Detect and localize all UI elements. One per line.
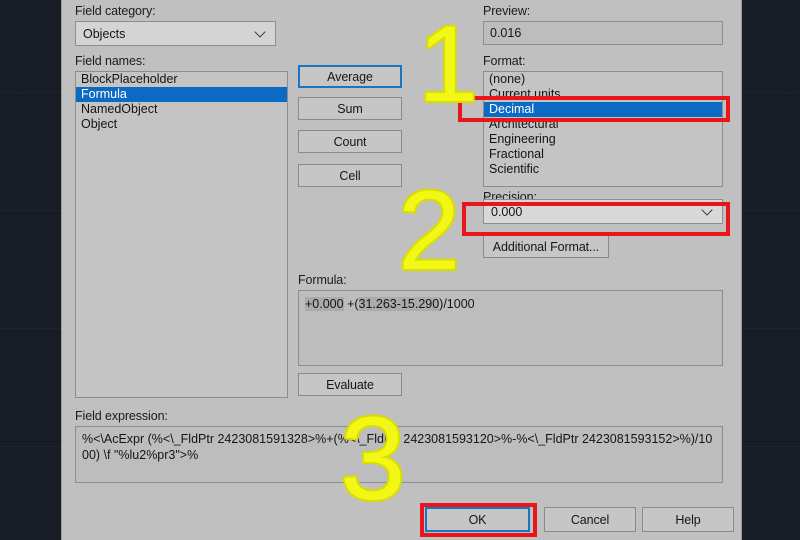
list-item[interactable]: (none) (484, 72, 722, 87)
formula-part-field: 31.263 (358, 297, 397, 311)
list-item[interactable]: Formula (76, 87, 287, 102)
field-dialog: Field category: Objects Field names: Blo… (62, 0, 741, 540)
cancel-button[interactable]: Cancel (544, 507, 636, 532)
field-expression-value: %<\AcExpr (%<\_FldPtr 2423081591328>%+(%… (82, 432, 713, 462)
list-item-decimal[interactable]: Decimal (484, 102, 722, 117)
help-button[interactable]: Help (642, 507, 734, 532)
list-item[interactable]: Scientific (484, 162, 722, 177)
evaluate-button-label: Evaluate (326, 377, 374, 392)
cell-button-label: Cell (339, 168, 361, 183)
field-expression-textarea: %<\AcExpr (%<\_FldPtr 2423081591328>%+(%… (75, 426, 723, 483)
sum-button-label: Sum (337, 101, 363, 116)
list-item[interactable]: Fractional (484, 147, 722, 162)
field-expression-label: Field expression: (75, 409, 168, 423)
preview-value: 0.016 (490, 26, 522, 40)
field-names-listbox[interactable]: BlockPlaceholder Formula NamedObject Obj… (75, 71, 288, 398)
precision-combobox[interactable]: 0.000 (483, 199, 723, 224)
screen: Field category: Objects Field names: Blo… (0, 0, 800, 540)
ok-button[interactable]: OK (425, 507, 530, 532)
format-label: Format: (483, 54, 526, 68)
precision-value: 0.000 (491, 204, 523, 219)
format-listbox[interactable]: (none) Current units Decimal Architectur… (483, 71, 723, 187)
preview-label: Preview: (483, 4, 531, 18)
formula-part-field: 15.290 (400, 297, 440, 311)
field-names-label: Field names: (75, 54, 146, 68)
formula-label: Formula: (298, 273, 347, 287)
chevron-down-icon (703, 206, 713, 216)
list-item[interactable]: Current units (484, 87, 722, 102)
cancel-button-label: Cancel (570, 512, 610, 527)
count-button-label: Count (333, 134, 367, 149)
list-item[interactable]: BlockPlaceholder (76, 72, 287, 87)
cell-button[interactable]: Cell (298, 164, 402, 187)
field-category-combobox[interactable]: Objects (75, 21, 276, 46)
count-button[interactable]: Count (298, 130, 402, 153)
formula-textarea[interactable]: +0.000 +(31.263-15.290)/1000 (298, 290, 723, 366)
additional-format-button-label: Additional Format... (492, 239, 600, 254)
list-item[interactable]: Architectural (484, 117, 722, 132)
formula-part-text: +( (343, 297, 359, 311)
formula-part-field: +0.000 (305, 297, 344, 311)
field-category-label: Field category: (75, 4, 156, 18)
field-category-value: Objects (83, 26, 126, 41)
average-button-label: Average (327, 69, 373, 84)
help-button-label: Help (675, 512, 701, 527)
list-item[interactable]: Engineering (484, 132, 722, 147)
evaluate-button[interactable]: Evaluate (298, 373, 402, 396)
preview-field: 0.016 (483, 21, 723, 45)
ok-button-label: OK (468, 512, 487, 527)
formula-part-text: )/1000 (439, 297, 475, 311)
additional-format-button[interactable]: Additional Format... (483, 235, 609, 258)
list-item[interactable]: NamedObject (76, 102, 287, 117)
average-button[interactable]: Average (298, 65, 402, 88)
sum-button[interactable]: Sum (298, 97, 402, 120)
chevron-down-icon (256, 28, 266, 38)
list-item[interactable]: Object (76, 117, 287, 132)
